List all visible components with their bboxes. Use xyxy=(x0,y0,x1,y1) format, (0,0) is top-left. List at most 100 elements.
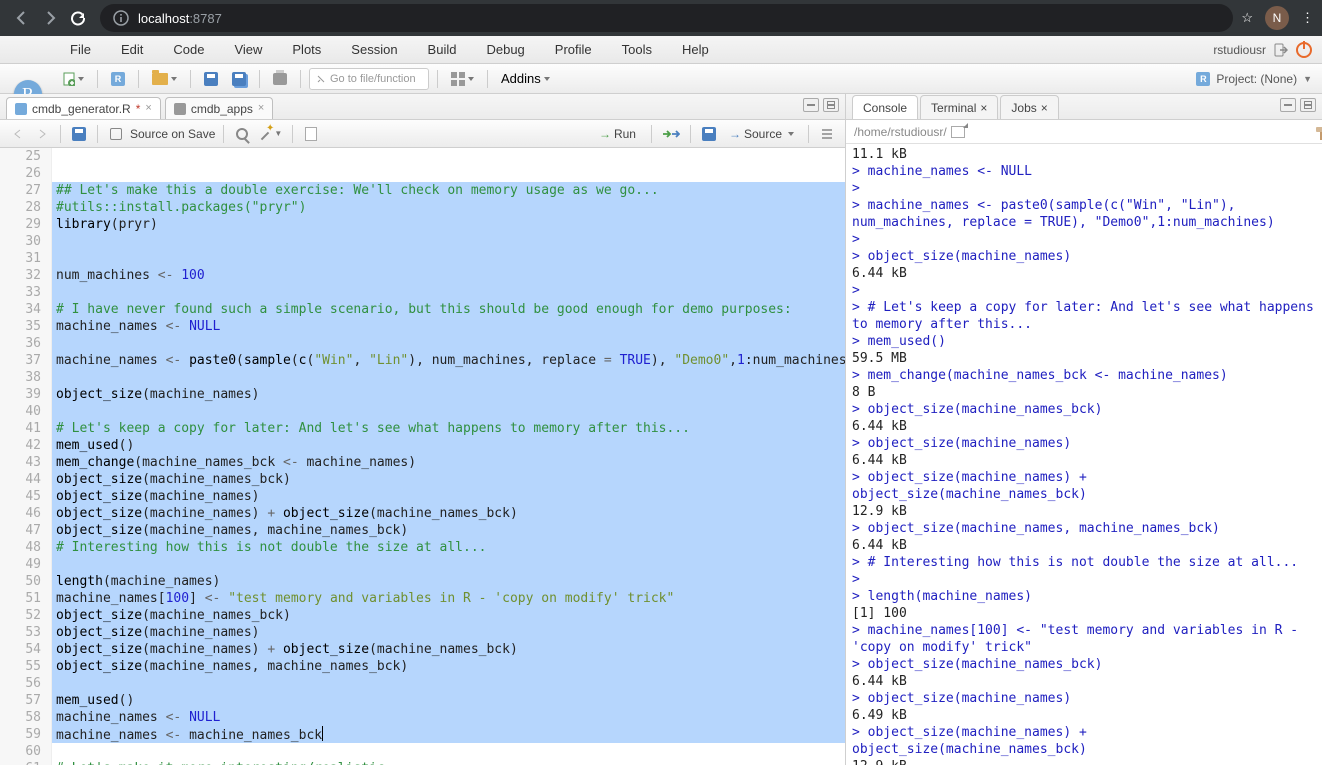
menu-edit[interactable]: Edit xyxy=(117,40,147,59)
open-file-button[interactable] xyxy=(147,68,182,90)
print-button[interactable] xyxy=(268,68,292,90)
source-script-button[interactable] xyxy=(699,124,719,144)
code-line[interactable] xyxy=(52,675,845,692)
code-line[interactable] xyxy=(52,556,845,573)
code-line[interactable]: object_size(machine_names_bck) xyxy=(52,607,845,624)
goto-file-function-input[interactable]: Go to file/function xyxy=(309,68,429,90)
code-line[interactable] xyxy=(52,250,845,267)
code-line[interactable] xyxy=(52,743,845,760)
code-line[interactable] xyxy=(52,369,845,386)
sign-out-icon[interactable] xyxy=(1272,41,1290,59)
console-tab-console[interactable]: Console xyxy=(852,95,918,119)
find-replace-button[interactable] xyxy=(232,124,252,144)
code-line[interactable]: machine_names[100] <- "test memory and v… xyxy=(52,590,845,607)
close-tab-icon[interactable]: × xyxy=(980,101,987,115)
code-line[interactable]: object_size(machine_names) + object_size… xyxy=(52,641,845,658)
rerun-button[interactable] xyxy=(660,124,682,144)
new-file-button[interactable] xyxy=(58,68,89,90)
code-line[interactable]: object_size(machine_names) xyxy=(52,488,845,505)
menu-debug[interactable]: Debug xyxy=(482,40,528,59)
source-menu-button[interactable]: →Source xyxy=(723,127,800,141)
code-line[interactable] xyxy=(52,233,845,250)
code-line[interactable]: object_size(machine_names_bck) xyxy=(52,471,845,488)
menu-file[interactable]: File xyxy=(66,40,95,59)
editor-tab[interactable]: cmdb_apps× xyxy=(165,97,273,119)
code-line[interactable]: object_size(machine_names) xyxy=(52,386,845,403)
code-line[interactable] xyxy=(52,403,845,420)
outline-button[interactable] xyxy=(817,124,837,144)
code-line[interactable]: machine_names <- NULL xyxy=(52,709,845,726)
close-tab-icon[interactable]: × xyxy=(1041,101,1048,115)
menu-session[interactable]: Session xyxy=(347,40,401,59)
code-line[interactable]: ## Let's make this a double exercise: We… xyxy=(52,182,845,199)
code-line[interactable] xyxy=(52,165,845,182)
menu-view[interactable]: View xyxy=(230,40,266,59)
browser-back-button[interactable] xyxy=(8,4,36,32)
code-line[interactable]: object_size(machine_names) + object_size… xyxy=(52,505,845,522)
code-line[interactable]: #utils::install.packages("pryr") xyxy=(52,199,845,216)
menu-profile[interactable]: Profile xyxy=(551,40,596,59)
profile-avatar[interactable]: N xyxy=(1265,6,1289,30)
save-button[interactable] xyxy=(199,68,223,90)
nav-forward-button[interactable] xyxy=(32,124,52,144)
code-line[interactable]: library(pryr) xyxy=(52,216,845,233)
code-line[interactable]: # Let's keep a copy for later: And let's… xyxy=(52,420,845,437)
console-tab-jobs[interactable]: Jobs× xyxy=(1000,95,1058,119)
project-r-icon: R xyxy=(1196,72,1210,86)
tab-label: cmdb_generator.R xyxy=(32,102,131,116)
menu-build[interactable]: Build xyxy=(424,40,461,59)
quit-session-icon[interactable] xyxy=(1296,42,1312,58)
addins-menu[interactable]: Addins xyxy=(496,68,555,90)
menu-plots[interactable]: Plots xyxy=(288,40,325,59)
project-dropdown-icon[interactable]: ▼ xyxy=(1303,74,1312,84)
code-line[interactable]: machine_names <- paste0(sample(c("Win", … xyxy=(52,352,845,369)
view-working-dir-icon[interactable] xyxy=(951,126,965,138)
code-line[interactable] xyxy=(52,148,845,165)
code-line[interactable]: mem_used() xyxy=(52,692,845,709)
save-all-button[interactable] xyxy=(227,68,251,90)
code-line[interactable] xyxy=(52,284,845,301)
code-editor[interactable]: 2526272829303132333435363738394041424344… xyxy=(0,148,845,765)
menu-tools[interactable]: Tools xyxy=(618,40,656,59)
workspace-panes-button[interactable] xyxy=(446,68,479,90)
pane-minimize-button[interactable] xyxy=(1280,98,1296,112)
code-line[interactable]: object_size(machine_names, machine_names… xyxy=(52,522,845,539)
code-tools-button[interactable]: ▼ xyxy=(256,124,284,144)
code-line[interactable]: mem_used() xyxy=(52,437,845,454)
code-line[interactable]: object_size(machine_names) xyxy=(52,624,845,641)
pane-maximize-button[interactable] xyxy=(823,98,839,112)
browser-menu-button[interactable]: ⋮ xyxy=(1301,10,1314,26)
code-line[interactable]: object_size(machine_names, machine_names… xyxy=(52,658,845,675)
console-tab-terminal[interactable]: Terminal× xyxy=(920,95,998,119)
editor-tab[interactable]: cmdb_generator.R*× xyxy=(6,97,161,119)
code-line[interactable]: # I have never found such a simple scena… xyxy=(52,301,845,318)
menu-code[interactable]: Code xyxy=(169,40,208,59)
code-line[interactable]: # Let's make it more interesting/realist… xyxy=(52,760,845,765)
source-on-save-checkbox[interactable] xyxy=(106,124,126,144)
pane-minimize-button[interactable] xyxy=(803,98,819,112)
site-info-icon[interactable] xyxy=(112,9,130,27)
console-output[interactable]: 11.1 kB> machine_names <- NULL> > machin… xyxy=(846,144,1322,765)
code-line[interactable]: machine_names <- NULL xyxy=(52,318,845,335)
run-button[interactable]: →Run xyxy=(592,126,643,142)
browser-url-bar[interactable]: localhost:8787 xyxy=(100,4,1233,32)
bookmark-star-icon[interactable]: ☆ xyxy=(1241,10,1253,26)
nav-back-button[interactable] xyxy=(8,124,28,144)
browser-forward-button[interactable] xyxy=(36,4,64,32)
code-line[interactable]: length(machine_names) xyxy=(52,573,845,590)
save-file-button[interactable] xyxy=(69,124,89,144)
compile-report-button[interactable] xyxy=(301,124,321,144)
code-line[interactable]: machine_names <- machine_names_bck xyxy=(52,726,845,743)
pane-maximize-button[interactable] xyxy=(1300,98,1316,112)
close-tab-icon[interactable]: × xyxy=(145,103,151,114)
project-label[interactable]: Project: (None) xyxy=(1216,72,1297,86)
menu-help[interactable]: Help xyxy=(678,40,713,59)
code-line[interactable]: num_machines <- 100 xyxy=(52,267,845,284)
code-line[interactable]: mem_change(machine_names_bck <- machine_… xyxy=(52,454,845,471)
code-line[interactable] xyxy=(52,335,845,352)
console-tab-bar: ConsoleTerminal×Jobs× xyxy=(846,94,1322,120)
new-project-button[interactable]: R xyxy=(106,68,130,90)
browser-reload-button[interactable] xyxy=(64,4,92,32)
close-tab-icon[interactable]: × xyxy=(258,103,264,114)
code-line[interactable]: # Interesting how this is not double the… xyxy=(52,539,845,556)
